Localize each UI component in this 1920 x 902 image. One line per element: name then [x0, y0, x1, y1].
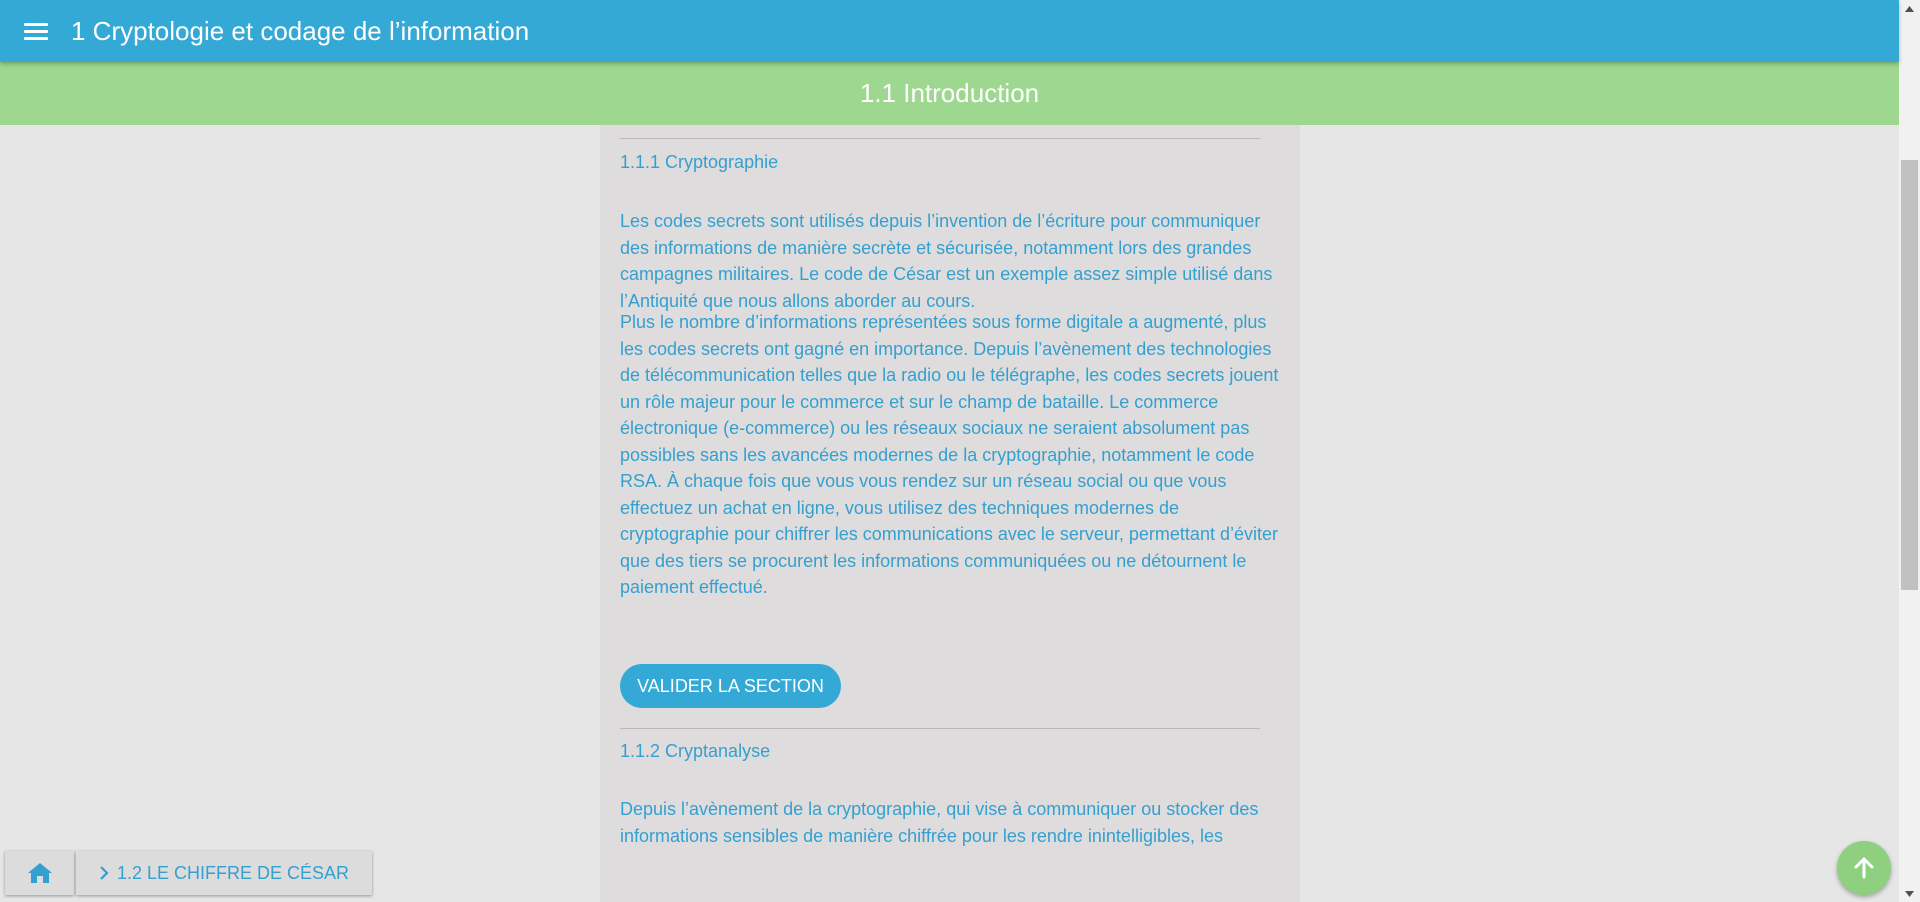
paragraph: Plus le nombre d’informations représenté…	[620, 312, 1279, 597]
chevron-right-icon	[100, 866, 109, 880]
scroll-to-top-button[interactable]	[1837, 841, 1891, 895]
scrollbar[interactable]	[1899, 0, 1920, 902]
scrollbar-thumb[interactable]	[1901, 160, 1918, 590]
subsection-title: 1.1.1 Cryptographie	[620, 152, 779, 172]
next-section-label: 1.2 LE CHIFFRE DE CÉSAR	[116, 862, 350, 883]
menu-icon[interactable]	[18, 13, 54, 49]
top-app-bar: 1 Cryptologie et codage de l’information	[0, 0, 1899, 62]
page-title: 1 Cryptologie et codage de l’information	[71, 15, 530, 46]
divider	[620, 728, 1260, 729]
menu-line	[24, 36, 48, 40]
section-header: 1.1 Introduction	[0, 62, 1899, 125]
home-icon	[27, 863, 52, 883]
scroll-up-arrow-icon[interactable]	[1899, 0, 1920, 17]
bottom-navigation: 1.2 LE CHIFFRE DE CÉSAR	[5, 851, 372, 895]
subsection-title: 1.1.2 Cryptanalyse	[620, 741, 771, 761]
section-title: 1.1 Introduction	[859, 78, 1040, 108]
content-column: 1.1.1 Cryptographie Les codes secrets so…	[600, 125, 1300, 902]
paragraph: Depuis l’avènement de la cryptographie, …	[620, 799, 1259, 846]
home-button[interactable]	[5, 851, 74, 895]
arrow-up-icon	[1854, 857, 1874, 879]
validate-section-button[interactable]: VALIDER LA SECTION	[620, 664, 841, 708]
divider	[620, 138, 1260, 139]
next-section-button[interactable]: 1.2 LE CHIFFRE DE CÉSAR	[76, 851, 372, 895]
scroll-down-arrow-icon[interactable]	[1899, 885, 1920, 902]
menu-line	[24, 29, 48, 33]
menu-line	[24, 22, 48, 26]
paragraph: Les codes secrets sont utilisés depuis l…	[620, 211, 1273, 311]
